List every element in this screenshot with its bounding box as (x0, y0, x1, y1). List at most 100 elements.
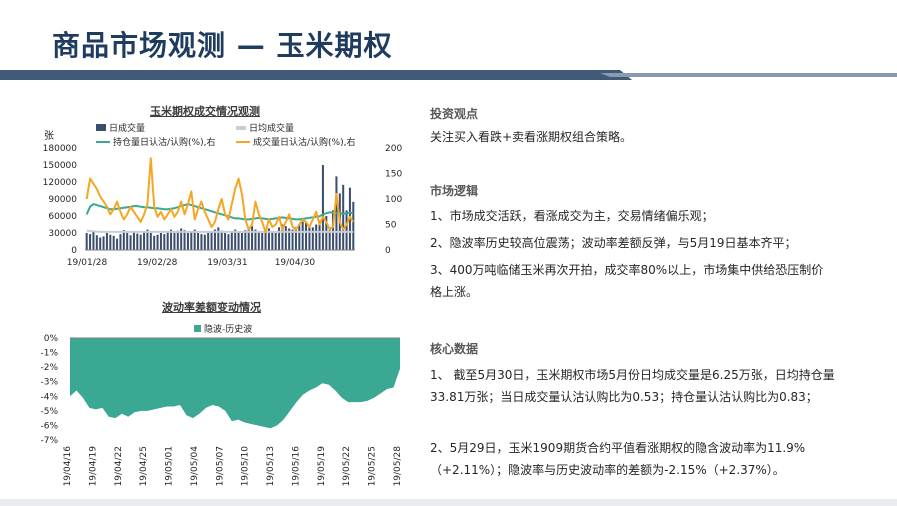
volume-bar (176, 230, 179, 250)
logic-item-3: 3、400万吨临储玉米再次开拍，成交率80%以上，市场集中供给恐压制价格上涨。 (430, 263, 824, 299)
volume-bar (227, 234, 230, 250)
y-axis-tick: -6% (40, 421, 58, 431)
volume-bar (328, 227, 331, 250)
x-axis-tick: 19/04/19 (88, 446, 98, 487)
volume-bar (203, 234, 206, 250)
volume-bar (278, 227, 281, 250)
legend-avg-volume: 日均成交量 (236, 121, 294, 134)
x-axis-tick: 19/04/25 (139, 446, 149, 486)
volume-bar (149, 233, 152, 250)
legend-swatch (96, 124, 106, 131)
y-axis-tick: -5% (40, 407, 58, 417)
volume-bar (210, 231, 213, 250)
logic-item-2: 2、隐波率历史较高位震荡；波动率差额反弹，与5月19日基本齐平； (430, 236, 797, 250)
vol-spread-area (70, 338, 400, 429)
volume-bar (274, 233, 277, 250)
left-axis-tick: 150000 (43, 161, 78, 171)
left-axis-tick: 120000 (43, 178, 78, 188)
x-axis-tick: 19/04/16 (63, 446, 73, 487)
right-axis-tick: 100 (385, 195, 402, 205)
volume-bar (230, 231, 233, 250)
volume-bar (352, 201, 355, 250)
volume-bar (166, 231, 169, 250)
volume-bar (284, 226, 287, 250)
volume-bar (173, 233, 176, 250)
volume-bar (240, 233, 243, 250)
y-axis-tick: -7% (40, 436, 58, 446)
x-axis-tick: 19/05/28 (393, 446, 403, 487)
left-axis-tick: 30000 (48, 229, 77, 239)
volume-bar (119, 234, 122, 250)
vol-ratio-line (85, 157, 355, 234)
volume-bar (85, 233, 88, 250)
x-axis-tick: 19/05/19 (317, 446, 327, 487)
volume-bar (156, 234, 159, 250)
y-axis-tick: -4% (40, 392, 58, 402)
right-axis-tick: 150 (385, 170, 402, 180)
volume-bar (224, 233, 227, 250)
volume-bar (251, 226, 254, 250)
logic-item-1: 1、市场成交活跃，看涨成交为主，交易情绪偏乐观； (430, 209, 714, 223)
volume-bar (139, 234, 142, 250)
x-axis-tick: 19/05/10 (241, 446, 251, 487)
volume-bar (143, 231, 146, 250)
volume-bar (132, 232, 135, 250)
x-axis-tick: 19/05/13 (266, 446, 276, 486)
x-axis-tick: 19/04/22 (114, 446, 124, 486)
volume-bar (159, 233, 162, 250)
volume-bar (200, 234, 203, 250)
volume-bar (190, 231, 193, 250)
volume-bar (126, 233, 129, 250)
volume-bar (220, 230, 223, 250)
volume-bar (342, 184, 345, 250)
footer-band (0, 499, 897, 506)
volume-chart: 180000 150000 120000 90000 60000 30000 0 200 150… (43, 144, 403, 268)
right-axis-tick: 50 (385, 221, 397, 231)
x-axis-tick: 19/04/30 (275, 258, 316, 268)
section-view-text: 关注买入看跌+卖看涨期权组合策略。 (430, 130, 633, 144)
volume-bar (116, 238, 119, 250)
x-axis-tick: 19/05/04 (190, 446, 200, 487)
y-axis-tick: 0% (44, 334, 59, 344)
volume-bar (308, 226, 311, 250)
volume-bar (294, 227, 297, 250)
y-axis-tick: -2% (40, 363, 58, 373)
volume-bar (102, 236, 105, 250)
volume-bar (99, 237, 102, 250)
x-axis-tick: 19/05/25 (368, 446, 378, 486)
volume-bar (136, 233, 139, 250)
volume-bar (217, 227, 220, 250)
data-item-2: 2、5月29日，玉米1909期货合约平值看涨期权的隐含波动率为11.9%（+2.… (430, 441, 806, 477)
y-axis-tick: -3% (40, 378, 58, 388)
section-heading-data: 核心数据 (430, 342, 479, 356)
volume-bar (345, 210, 348, 250)
volume-bar (197, 233, 200, 250)
chart1-title: 玉米期权成交情况观测 (150, 105, 260, 118)
volume-bar (315, 224, 318, 250)
volume-bar (129, 235, 132, 250)
x-axis-tick: 19/01/28 (67, 258, 108, 268)
volume-bar (271, 231, 274, 250)
legend-daily-volume: 日成交量 (96, 121, 145, 134)
volume-bar (261, 233, 264, 250)
section-heading-view: 投资观点 (430, 107, 479, 121)
vol-spread-chart: 0% -1% -2% -3% -4% -5% -6% -7% 19/04/16 19/04/19 1… (40, 334, 403, 487)
page-title: 商品市场观测 — 玉米期权 (52, 29, 393, 62)
volume-bar (163, 234, 166, 250)
x-axis-tick: 19/03/31 (207, 258, 247, 268)
volume-bar (321, 165, 324, 250)
right-axis-tick: 0 (385, 246, 391, 256)
volume-bar (153, 235, 156, 250)
volume-bar (244, 230, 247, 250)
x-axis-tick: 19/02/28 (137, 258, 178, 268)
chart2-title: 波动率差额变动情况 (162, 301, 261, 314)
legend-swatch (236, 125, 246, 130)
x-axis-tick: 19/05/16 (291, 446, 301, 487)
volume-bar (89, 234, 92, 250)
x-axis-tick: 19/05/01 (165, 446, 175, 486)
y-axis-tick: -1% (40, 349, 58, 359)
volume-bar (257, 231, 260, 250)
volume-bar (112, 235, 115, 250)
data-item-1: 1、 截至5月30日，玉米期权市场5月份日均成交量是6.25万张，日均持仓量33… (430, 368, 835, 404)
left-axis-tick: 60000 (48, 212, 77, 222)
